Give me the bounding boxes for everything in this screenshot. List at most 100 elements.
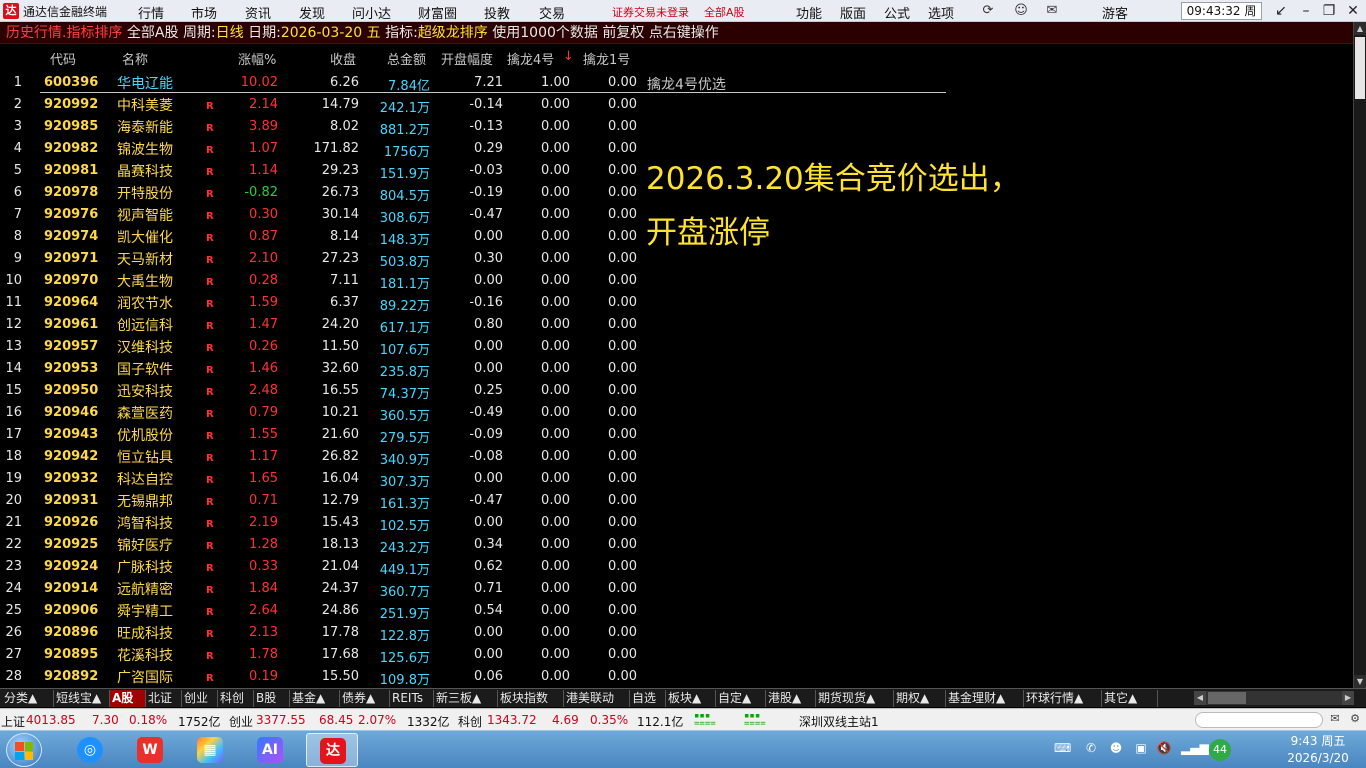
wps-app-button[interactable]: W <box>124 733 176 767</box>
menu-wealth[interactable]: 财富圈 <box>418 3 457 22</box>
trade-login-notice[interactable]: 证券交易未登录 <box>612 4 689 20</box>
scroll-up-icon[interactable]: ▲ <box>1354 22 1366 35</box>
menu-market[interactable]: 市场 <box>191 3 217 22</box>
sh-index-label[interactable]: 上证 <box>1 713 25 730</box>
quick-search-input[interactable] <box>1195 712 1323 728</box>
table-row[interactable]: 20 920931 无锡鼎邦 R 0.71 12.79 161.3万 -0.47 0.00 0.0… <box>0 489 1353 512</box>
tab-2[interactable]: A股 <box>110 690 146 707</box>
table-row[interactable]: 16 920946 森萱医药 R 0.79 10.21 360.5万 -0.49 0.00 0.0… <box>0 401 1353 424</box>
tab-1[interactable]: 短线宝▲ <box>54 690 110 707</box>
server-name[interactable]: 深圳双线主站1 <box>799 713 879 730</box>
table-row[interactable]: 12 920961 创远信科 R 1.47 24.20 617.1万 0.80 0.00 0.00 <box>0 313 1353 336</box>
indicator-value[interactable]: 超级龙排序 <box>418 25 488 41</box>
col-name[interactable]: 名称 <box>122 49 148 68</box>
minimize-icon[interactable]: – <box>1296 2 1316 20</box>
ai-app-button[interactable]: AI <box>244 733 296 767</box>
browser-app-button[interactable]: ◎ <box>64 733 116 767</box>
table-row[interactable]: 18 920942 恒立钻具 R 1.17 26.82 340.9万 -0.08 0.00 0.0… <box>0 445 1353 468</box>
tab-10[interactable]: 新三板▲ <box>434 690 498 707</box>
table-row[interactable]: 23 920924 广脉科技 R 0.33 21.04 449.1万 0.62 0.00 0.00 <box>0 555 1353 578</box>
vertical-scrollbar[interactable]: ▲ ▼ <box>1353 22 1366 688</box>
table-row[interactable]: 19 920932 科达自控 R 1.65 16.04 307.3万 0.00 0.00 0.00 <box>0 467 1353 490</box>
menu-trade[interactable]: 交易 <box>539 3 565 22</box>
tab-17[interactable]: 期货现货▲ <box>816 690 894 707</box>
tab-15[interactable]: 自定▲ <box>716 690 766 707</box>
scroll-left-icon[interactable]: ◀ <box>1194 691 1206 705</box>
scope-notice[interactable]: 全部A股 <box>704 4 745 20</box>
col-qinlong4[interactable]: 擒龙4号 <box>507 49 554 68</box>
scroll-thumb[interactable] <box>1355 37 1365 99</box>
tab-20[interactable]: 环球行情▲ <box>1024 690 1102 707</box>
adjust-mode[interactable]: 前复权 <box>602 25 644 41</box>
user-name[interactable]: 游客 <box>1102 3 1128 22</box>
menu-discover[interactable]: 发现 <box>299 3 325 22</box>
table-row[interactable]: 28 920892 广咨国际 R 0.19 15.50 109.8万 0.06 0.00 0.00 <box>0 665 1353 688</box>
restore-down-icon[interactable]: ↙ <box>1271 2 1291 20</box>
tab-11[interactable]: 板块指数 <box>498 690 564 707</box>
settings-icon[interactable]: ⚙ <box>1348 712 1362 726</box>
maximize-icon[interactable]: ❐ <box>1319 2 1339 20</box>
tdx-app-button[interactable]: 达 <box>306 733 358 767</box>
volume-muted-icon[interactable]: 🔇 <box>1156 740 1172 756</box>
user-icon[interactable]: ☺ <box>1013 3 1029 19</box>
tab-12[interactable]: 港美联动 <box>564 690 630 707</box>
menu-news[interactable]: 资讯 <box>245 3 271 22</box>
col-amount[interactable]: 总金额 <box>387 49 426 68</box>
tab-0[interactable]: 分类▲ <box>2 690 54 707</box>
date-value[interactable]: 2026-03-20 五 <box>281 25 381 41</box>
taskbar-clock[interactable]: 9:43 周五 2026/3/20 <box>1286 733 1350 767</box>
tab-9[interactable]: REITs <box>390 690 434 707</box>
tab-21[interactable]: 其它▲ <box>1102 690 1158 707</box>
tab-6[interactable]: B股 <box>254 690 290 707</box>
wechat-icon[interactable]: ☻ <box>1108 740 1124 756</box>
tab-8[interactable]: 债券▲ <box>340 690 390 707</box>
table-row[interactable]: 11 920964 润农节水 R 1.59 6.37 89.22万 -0.16 0.00 0.00 <box>0 291 1353 314</box>
tab-16[interactable]: 港股▲ <box>766 690 816 707</box>
scope-label[interactable]: 全部A股 <box>127 25 179 41</box>
keyboard-icon[interactable]: ⌨ <box>1054 740 1071 756</box>
cy-index-label[interactable]: 创业 <box>229 713 253 730</box>
tab-14[interactable]: 板块▲ <box>666 690 716 707</box>
chat-icon[interactable]: ✆ <box>1083 740 1099 756</box>
horizontal-scroll-thumb[interactable] <box>1208 692 1246 704</box>
table-row[interactable]: 17 920943 优机股份 R 1.55 21.60 279.5万 -0.09 0.00 0.0… <box>0 423 1353 446</box>
table-row[interactable]: 27 920895 花溪科技 R 1.78 17.68 125.6万 0.00 0.00 0.00 <box>0 643 1353 666</box>
table-row[interactable]: 15 920950 迅安科技 R 2.48 16.55 74.37万 0.25 0.00 0.00 <box>0 379 1353 402</box>
menu-quotes[interactable]: 行情 <box>138 3 164 22</box>
tray-app-icon[interactable]: ▣ <box>1133 740 1149 756</box>
col-open-change[interactable]: 开盘幅度 <box>441 49 493 68</box>
start-button[interactable] <box>6 733 42 767</box>
scroll-right-icon[interactable]: ▶ <box>1342 691 1354 705</box>
tab-4[interactable]: 创业 <box>182 690 218 707</box>
notification-badge[interactable]: 44 <box>1209 739 1231 761</box>
menu-ask[interactable]: 问小达 <box>352 3 391 22</box>
menu-formula[interactable]: 公式 <box>884 3 910 22</box>
table-row[interactable]: 25 920906 舜宇精工 R 2.64 24.86 251.9万 0.54 0.00 0.00 <box>0 599 1353 622</box>
table-row[interactable]: 22 920925 锦好医疗 R 1.28 18.13 243.2万 0.34 0.00 0.00 <box>0 533 1353 556</box>
col-close[interactable]: 收盘 <box>330 49 356 68</box>
table-row[interactable]: 2 920992 中科美菱 R 2.14 14.79 242.1万 -0.14 0.00 0.00 <box>0 93 1353 116</box>
table-row[interactable]: 24 920914 远航精密 R 1.84 24.37 360.7万 0.71 0.00 0.00 <box>0 577 1353 600</box>
menu-function[interactable]: 功能 <box>796 3 822 22</box>
horizontal-scrollbar[interactable]: ◀ ▶ <box>1194 691 1354 705</box>
message-icon[interactable]: ✉ <box>1328 712 1342 726</box>
period-value[interactable]: 日线 <box>216 25 244 41</box>
kc-index-label[interactable]: 科创 <box>458 713 482 730</box>
table-row[interactable]: 13 920957 汉维科技 R 0.26 11.50 107.6万 0.00 0.00 0.00 <box>0 335 1353 358</box>
refresh-icon[interactable]: ⟳ <box>980 3 996 19</box>
table-row[interactable]: 3 920985 海泰新能 R 3.89 8.02 881.2万 -0.13 0.00 0.00 <box>0 115 1353 138</box>
col-change-pct[interactable]: 涨幅% <box>238 49 276 68</box>
table-row[interactable]: 26 920896 旺成科技 R 2.13 17.78 122.8万 0.00 0.00 0.00 <box>0 621 1353 644</box>
office-app-button[interactable]: ▦ <box>184 733 236 767</box>
col-qinlong1[interactable]: 擒龙1号 <box>583 49 630 68</box>
tab-19[interactable]: 基金理财▲ <box>946 690 1024 707</box>
menu-education[interactable]: 投教 <box>484 3 510 22</box>
tab-5[interactable]: 科创 <box>218 690 254 707</box>
tab-3[interactable]: 北证 <box>146 690 182 707</box>
tab-7[interactable]: 基金▲ <box>290 690 340 707</box>
network-signal-icon[interactable]: ▂▄▆ <box>1181 740 1209 756</box>
table-row[interactable]: 14 920953 国子软件 R 1.46 32.60 235.8万 0.00 0.00 0.00 <box>0 357 1353 380</box>
menu-options[interactable]: 选项 <box>928 3 954 22</box>
tab-18[interactable]: 期权▲ <box>894 690 946 707</box>
tab-13[interactable]: 自选 <box>630 690 666 707</box>
